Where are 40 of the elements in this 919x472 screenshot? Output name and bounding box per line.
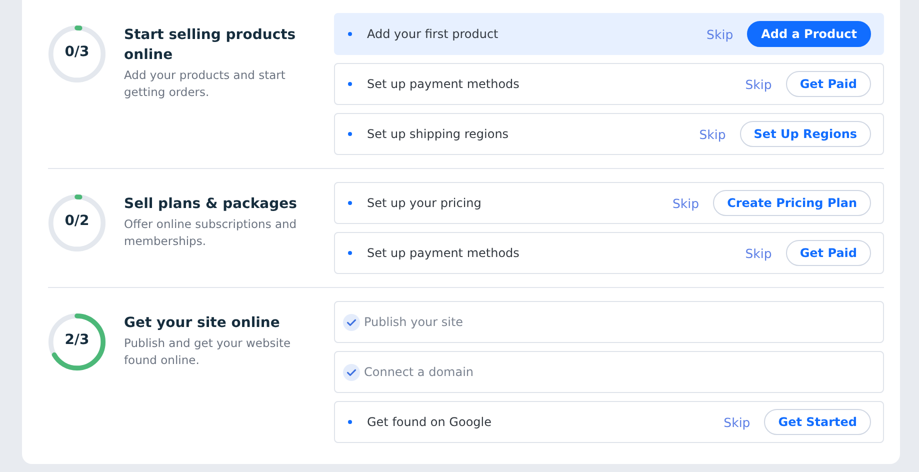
task-row[interactable]: Get found on Google Skip Get Started [334, 401, 884, 443]
progress-ring [48, 313, 106, 371]
progress-count: 2/3 [64, 332, 90, 348]
section-description: Offer online subscriptions and memberships. [124, 216, 298, 250]
task-row[interactable]: Add your first product Skip Add a Product [334, 13, 884, 55]
section-description: Publish and get your website found online. [124, 335, 292, 369]
skip-link[interactable]: Skip [699, 126, 726, 142]
section-title: Start selling products online [124, 26, 297, 65]
skip-link[interactable]: Skip [745, 246, 772, 260]
task-label: Add your first product [367, 27, 500, 41]
task-row[interactable]: Set up payment methods Skip Get Paid [334, 232, 884, 274]
task-row[interactable]: Set up shipping regions Skip Set Up Regions [334, 113, 884, 155]
task-label: Connect a domain [364, 365, 475, 379]
action-button[interactable]: Set Up Regions [740, 121, 871, 147]
progress-ring [48, 25, 106, 83]
task-row[interactable]: Set up payment methods Skip Get Paid [334, 63, 884, 105]
progress-count: 0/3 [64, 44, 90, 60]
section-title: Get your site online [124, 314, 281, 333]
task-row[interactable]: Connect a domain [334, 351, 884, 393]
skip-link[interactable]: Skip [706, 26, 734, 42]
skip-link[interactable]: Skip [745, 76, 772, 92]
task-row[interactable]: Set up your pricing Skip Create Pricing Plan [334, 182, 884, 224]
progress-ring [48, 194, 106, 252]
task-label: Set up payment methods [367, 246, 520, 260]
task-row[interactable]: Publish your site [334, 301, 884, 343]
action-button[interactable]: Create Pricing Plan [713, 190, 871, 216]
skip-link[interactable]: Skip [672, 196, 700, 210]
action-button[interactable]: Get Started [764, 409, 871, 435]
action-button[interactable]: Get Paid [786, 240, 871, 266]
progress-count: 0/2 [64, 213, 90, 229]
task-label: Set up payment methods [367, 77, 520, 91]
section-description: Add your products and start getting orders. [124, 67, 286, 101]
task-label: Publish your site [364, 315, 464, 329]
task-label: Get found on Google [367, 415, 492, 429]
action-button[interactable]: Add a Product [747, 21, 871, 47]
section-title: Sell plans & packages [124, 195, 298, 214]
task-label: Set up shipping regions [367, 127, 510, 141]
task-label: Set up your pricing [367, 196, 482, 210]
action-button[interactable]: Get Paid [786, 71, 871, 97]
skip-link[interactable]: Skip [724, 414, 750, 430]
